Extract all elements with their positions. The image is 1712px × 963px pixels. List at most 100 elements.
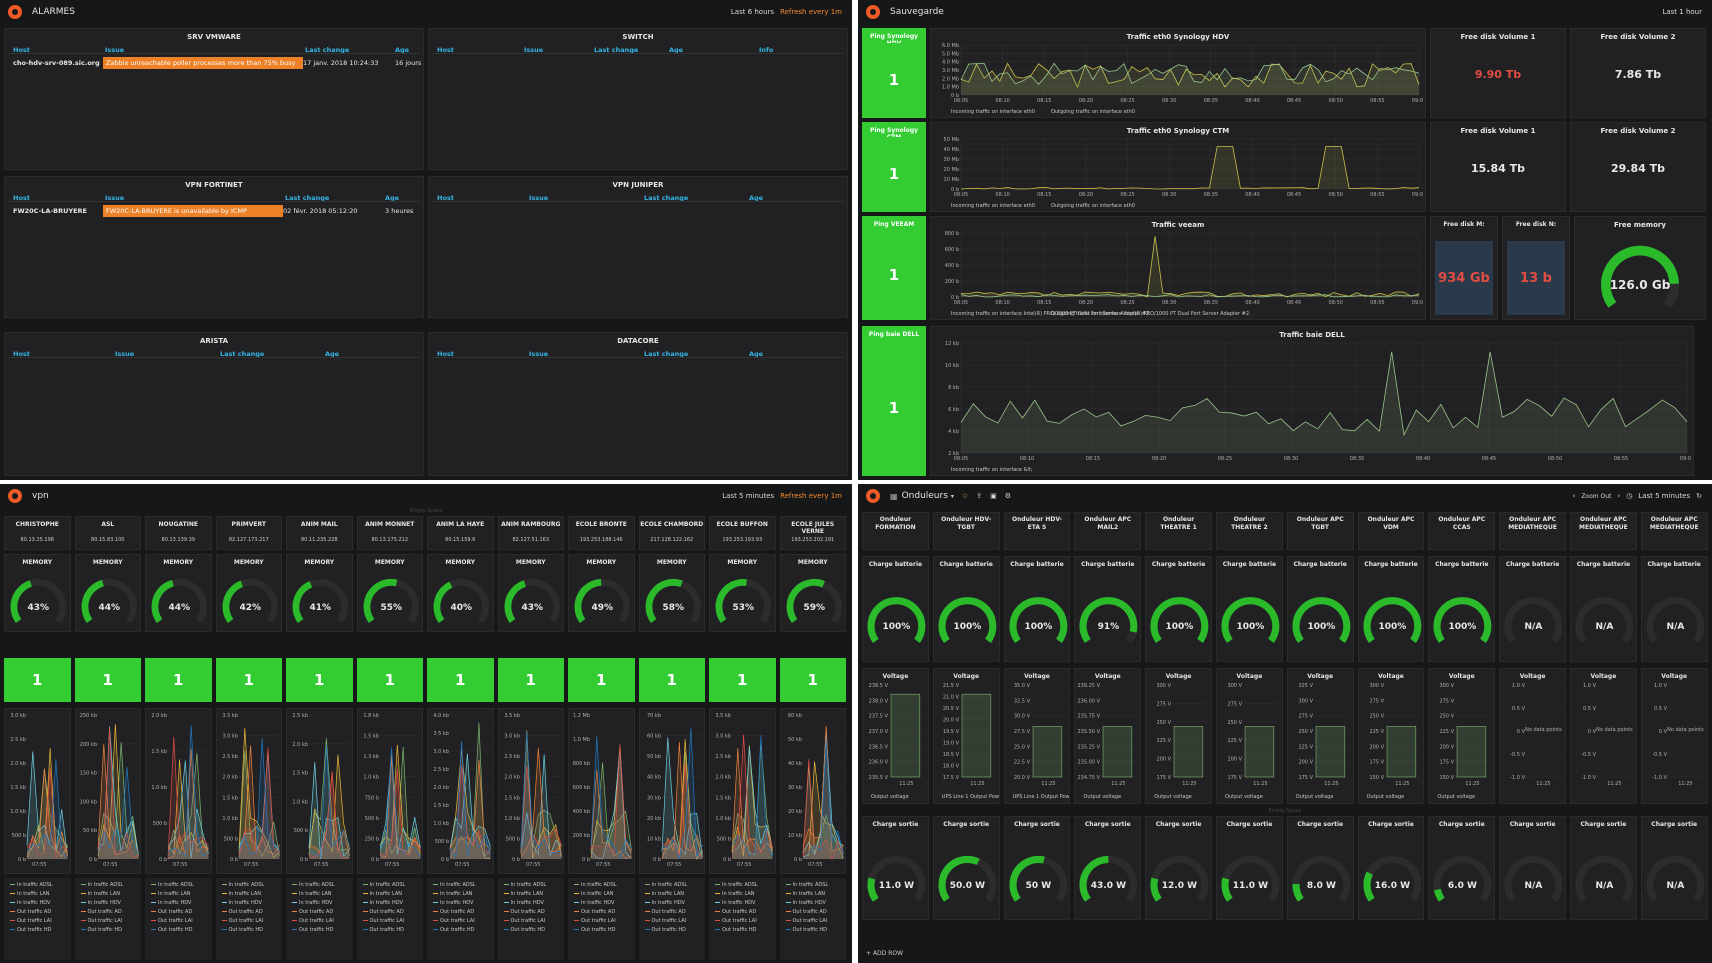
ups-name[interactable]: Onduleur APC MAIL2 <box>1075 513 1140 535</box>
memory-title[interactable]: MEMORY <box>217 555 282 567</box>
legend-item[interactable]: Out traffic LAI <box>433 918 475 924</box>
output-title[interactable]: Charge sortie <box>1146 817 1211 829</box>
legend-item[interactable]: Out traffic AD <box>503 909 545 915</box>
gauge-title[interactable]: Free memory <box>1575 217 1705 229</box>
ups-name[interactable]: Onduleur HDV-TGBT <box>934 513 999 535</box>
legend-item[interactable]: Out traffic HD <box>715 927 757 933</box>
voltage-title[interactable]: Voltage <box>863 669 928 681</box>
legend-item[interactable]: Out traffic HD <box>785 927 827 933</box>
voltage-title[interactable]: Voltage <box>1571 669 1636 681</box>
charge-title[interactable]: Charge batterie <box>1217 557 1282 569</box>
charge-title[interactable]: Charge batterie <box>1288 557 1353 569</box>
legend-item[interactable]: In traffic LAN <box>151 891 191 897</box>
site-name[interactable]: ASL <box>76 517 141 529</box>
settings-icon[interactable]: ⚙ <box>1005 492 1011 500</box>
memory-title[interactable]: MEMORY <box>569 555 634 567</box>
legend-item[interactable]: Out traffic LAI <box>644 918 686 924</box>
voltage-title[interactable]: Voltage <box>1005 669 1070 681</box>
legend-item[interactable]: Out traffic AD <box>292 909 333 915</box>
ups-name[interactable]: Onduleur APC TGBT <box>1288 513 1353 535</box>
legend-item[interactable]: Out traffic LAI <box>362 918 404 924</box>
legend-item[interactable]: In traffic ADSL <box>644 882 687 888</box>
legend-item[interactable]: Out traffic HD <box>362 927 404 933</box>
legend-item[interactable]: Out traffic AD <box>644 909 686 915</box>
memory-title[interactable]: MEMORY <box>710 555 775 567</box>
legend-item[interactable]: In traffic ADSL <box>362 882 405 888</box>
issue-cell[interactable]: Zabbix unreachable poller processes more… <box>103 57 303 69</box>
zoom-out-button[interactable]: Zoom Out <box>1581 493 1611 500</box>
output-title[interactable]: Charge sortie <box>1642 817 1707 829</box>
panel-title[interactable]: VPN JUNIPER <box>429 177 847 189</box>
grafana-logo-icon[interactable] <box>866 5 880 19</box>
ping-title[interactable]: Ping Synology HDV <box>863 29 925 47</box>
legend-item[interactable]: In traffic HDV <box>292 900 332 906</box>
panel-title[interactable]: SWITCH <box>429 29 847 41</box>
ups-name[interactable]: Onduleur APC MEDIATHEQUE <box>1571 513 1636 535</box>
legend-item[interactable]: In traffic LAN <box>80 891 120 897</box>
stat-title[interactable]: Free disk Volume 1 <box>1431 123 1565 135</box>
site-name[interactable]: ANIM MAIL <box>287 517 352 529</box>
legend-item[interactable]: Out traffic AD <box>10 909 51 915</box>
charge-title[interactable]: Charge batterie <box>863 557 928 569</box>
ups-name[interactable]: Onduleur APC CCAS <box>1429 513 1494 535</box>
legend-item[interactable]: Output voltage <box>1083 794 1121 800</box>
ping-title[interactable]: Ping VEEAM <box>863 217 925 229</box>
dashboard-title[interactable]: vpn <box>32 491 49 501</box>
ups-name[interactable]: Onduleur APC VDM <box>1359 513 1424 535</box>
legend-item[interactable]: Outgoing traffic on interface eth0 <box>1051 109 1135 115</box>
legend-item[interactable]: Out traffic LAI <box>503 918 545 924</box>
memory-title[interactable]: MEMORY <box>428 555 493 567</box>
output-title[interactable]: Charge sortie <box>1075 817 1140 829</box>
charge-title[interactable]: Charge batterie <box>1005 557 1070 569</box>
legend-item[interactable]: Out traffic LAI <box>80 918 122 924</box>
legend-item[interactable]: Out traffic AD <box>80 909 122 915</box>
legend-item[interactable]: In traffic LAN <box>10 891 50 897</box>
site-name[interactable]: ANIM LA HAYE <box>428 517 493 529</box>
legend-item[interactable]: Incoming traffic on interface &lt; <box>951 467 1033 473</box>
legend-item[interactable]: Output voltage <box>1437 794 1475 800</box>
share-icon[interactable]: ⇪ <box>976 492 982 500</box>
legend-item[interactable]: Out traffic AD <box>362 909 404 915</box>
legend-item[interactable]: In traffic ADSL <box>715 882 758 888</box>
output-title[interactable]: Charge sortie <box>1288 817 1353 829</box>
site-name[interactable]: ECOLE JULES VERNE <box>781 517 846 535</box>
legend-item[interactable]: Output voltage <box>1296 794 1334 800</box>
voltage-title[interactable]: Voltage <box>1217 669 1282 681</box>
chevron-right-icon[interactable]: › <box>1617 492 1620 500</box>
site-name[interactable]: ECOLE BRONTE <box>569 517 634 529</box>
dashboard-title[interactable]: Onduleurs <box>902 491 948 501</box>
memory-title[interactable]: MEMORY <box>781 555 846 567</box>
charge-title[interactable]: Charge batterie <box>1359 557 1424 569</box>
legend-item[interactable]: Out traffic LAI <box>221 918 263 924</box>
time-range[interactable]: Last 5 minutes <box>722 492 774 500</box>
stat-title[interactable]: Free disk Volume 2 <box>1571 29 1705 41</box>
graph-title[interactable]: Traffic eth0 Synology CTM <box>931 123 1425 135</box>
chevron-left-icon[interactable]: ‹ <box>1572 492 1575 500</box>
legend-item[interactable]: In traffic ADSL <box>503 882 546 888</box>
voltage-title[interactable]: Voltage <box>1642 669 1707 681</box>
legend-item[interactable]: In traffic LAN <box>362 891 402 897</box>
legend-item[interactable]: Outgoing traffic on interface Intel(R) P… <box>1051 311 1251 317</box>
legend-item[interactable]: Out traffic LAI <box>151 918 193 924</box>
grafana-logo-icon[interactable] <box>866 489 880 503</box>
graph-title[interactable]: Traffic eth0 Synology HDV <box>931 29 1425 41</box>
charge-title[interactable]: Charge batterie <box>1075 557 1140 569</box>
legend-item[interactable]: Out traffic HD <box>574 927 616 933</box>
site-name[interactable]: ANIM RAMBOURG <box>499 517 564 529</box>
ping-title[interactable]: Ping Synology CTM <box>863 123 925 141</box>
grafana-logo-icon[interactable] <box>8 5 22 19</box>
voltage-title[interactable]: Voltage <box>1146 669 1211 681</box>
refresh-label[interactable]: Refresh every 1m <box>780 8 842 16</box>
legend-item[interactable]: In traffic HDV <box>80 900 121 906</box>
legend-item[interactable]: In traffic ADSL <box>221 882 264 888</box>
output-title[interactable]: Charge sortie <box>863 817 928 829</box>
legend-item[interactable]: In traffic LAN <box>503 891 543 897</box>
ups-name[interactable]: Onduleur APC MEDIATHEQUE <box>1500 513 1565 535</box>
site-name[interactable]: ECOLE BUFFON <box>710 517 775 529</box>
host-cell[interactable]: FW20C-LA-BRUYERE <box>13 207 87 215</box>
legend-item[interactable]: Out traffic LAI <box>292 918 334 924</box>
charge-title[interactable]: Charge batterie <box>1429 557 1494 569</box>
dashboard-title[interactable]: ALARMES <box>32 7 75 17</box>
legend-item[interactable]: In traffic ADSL <box>292 882 335 888</box>
legend-item[interactable]: In traffic LAN <box>221 891 261 897</box>
